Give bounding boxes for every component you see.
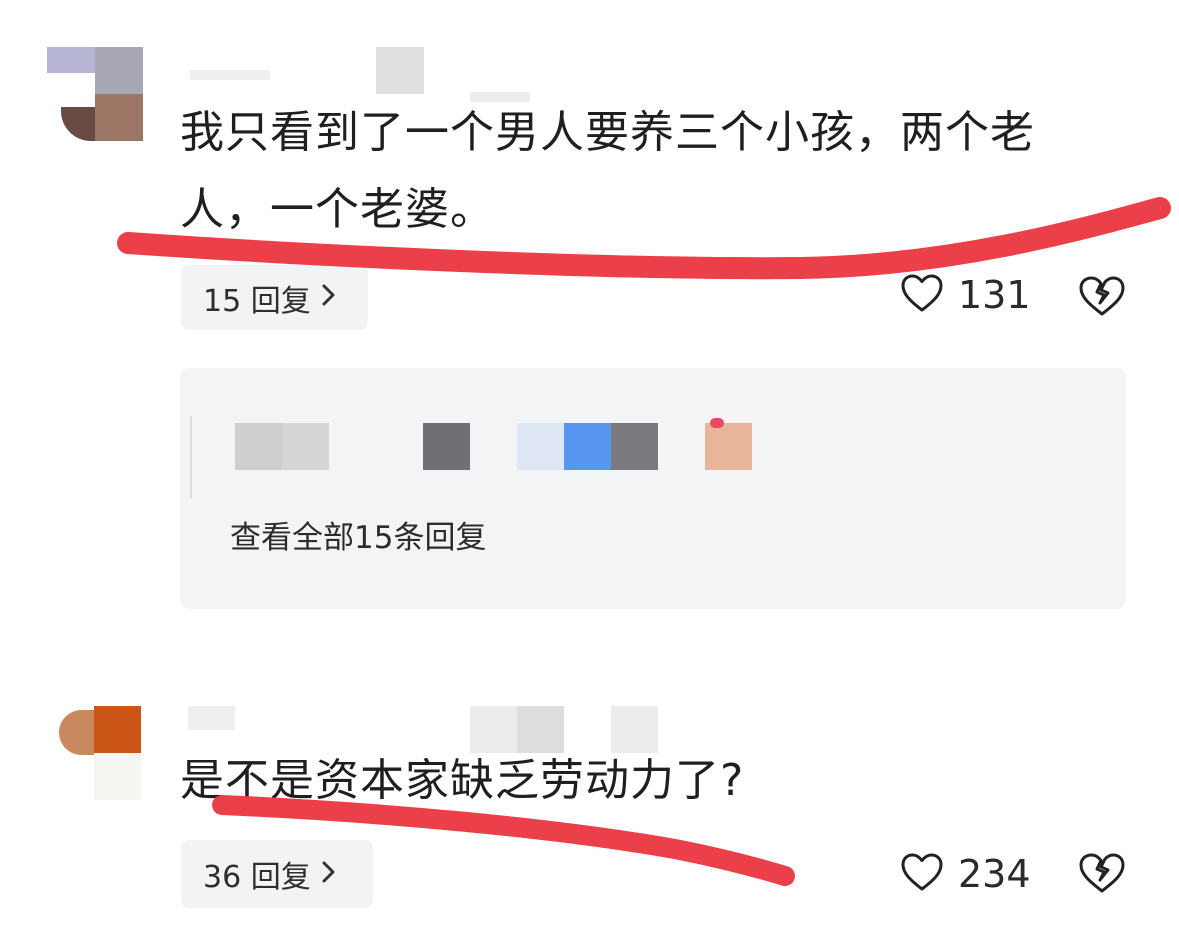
reply-preview-blurred[interactable] — [235, 423, 282, 470]
like-button[interactable]: 131 — [900, 273, 1031, 317]
reply-count-button[interactable]: 15 回复 — [181, 265, 368, 330]
reply-preview-blurred-b — [282, 423, 329, 470]
chevron-right-icon — [321, 858, 337, 891]
username-blurred-1[interactable] — [190, 70, 270, 80]
reply-preview-blurred-f — [611, 423, 658, 470]
broken-heart-icon[interactable] — [1078, 852, 1126, 898]
replies-preview-panel — [180, 368, 1126, 609]
reply-preview-blurred-c — [423, 423, 470, 470]
chevron-right-icon — [321, 281, 337, 314]
reply-preview-blurred-h — [710, 418, 724, 428]
reply-count-label: 15 回复 — [203, 283, 311, 319]
user-avatar-1[interactable] — [47, 47, 143, 141]
reply-count-label-2: 36 回复 — [203, 860, 311, 895]
panel-divider — [190, 416, 192, 498]
username-blurred-2[interactable] — [188, 706, 235, 730]
username-blurred-1b — [376, 47, 424, 94]
reply-preview-blurred-g — [705, 423, 752, 470]
reply-count-button-2[interactable]: 36 回复 — [181, 840, 373, 908]
view-all-replies-link[interactable]: 查看全部15条回复 — [230, 512, 486, 557]
user-avatar-2[interactable] — [47, 706, 141, 800]
heart-outline-icon — [900, 273, 944, 317]
like-count: 131 — [958, 273, 1031, 317]
reply-preview-blurred-d — [517, 423, 564, 470]
heart-outline-icon — [900, 852, 944, 896]
comment-text-line1: 我只看到了一个男人要养三个小孩，两个老 — [180, 107, 1035, 158]
like-button-2[interactable]: 234 — [900, 852, 1031, 896]
broken-heart-icon[interactable] — [1078, 275, 1126, 321]
comment-text-2: 是不是资本家缺乏劳动力了? — [180, 755, 745, 806]
reply-preview-blurred-e — [564, 423, 611, 470]
comment-text-line2: 人，一个老婆。 — [180, 184, 495, 235]
like-count-2: 234 — [958, 852, 1031, 896]
